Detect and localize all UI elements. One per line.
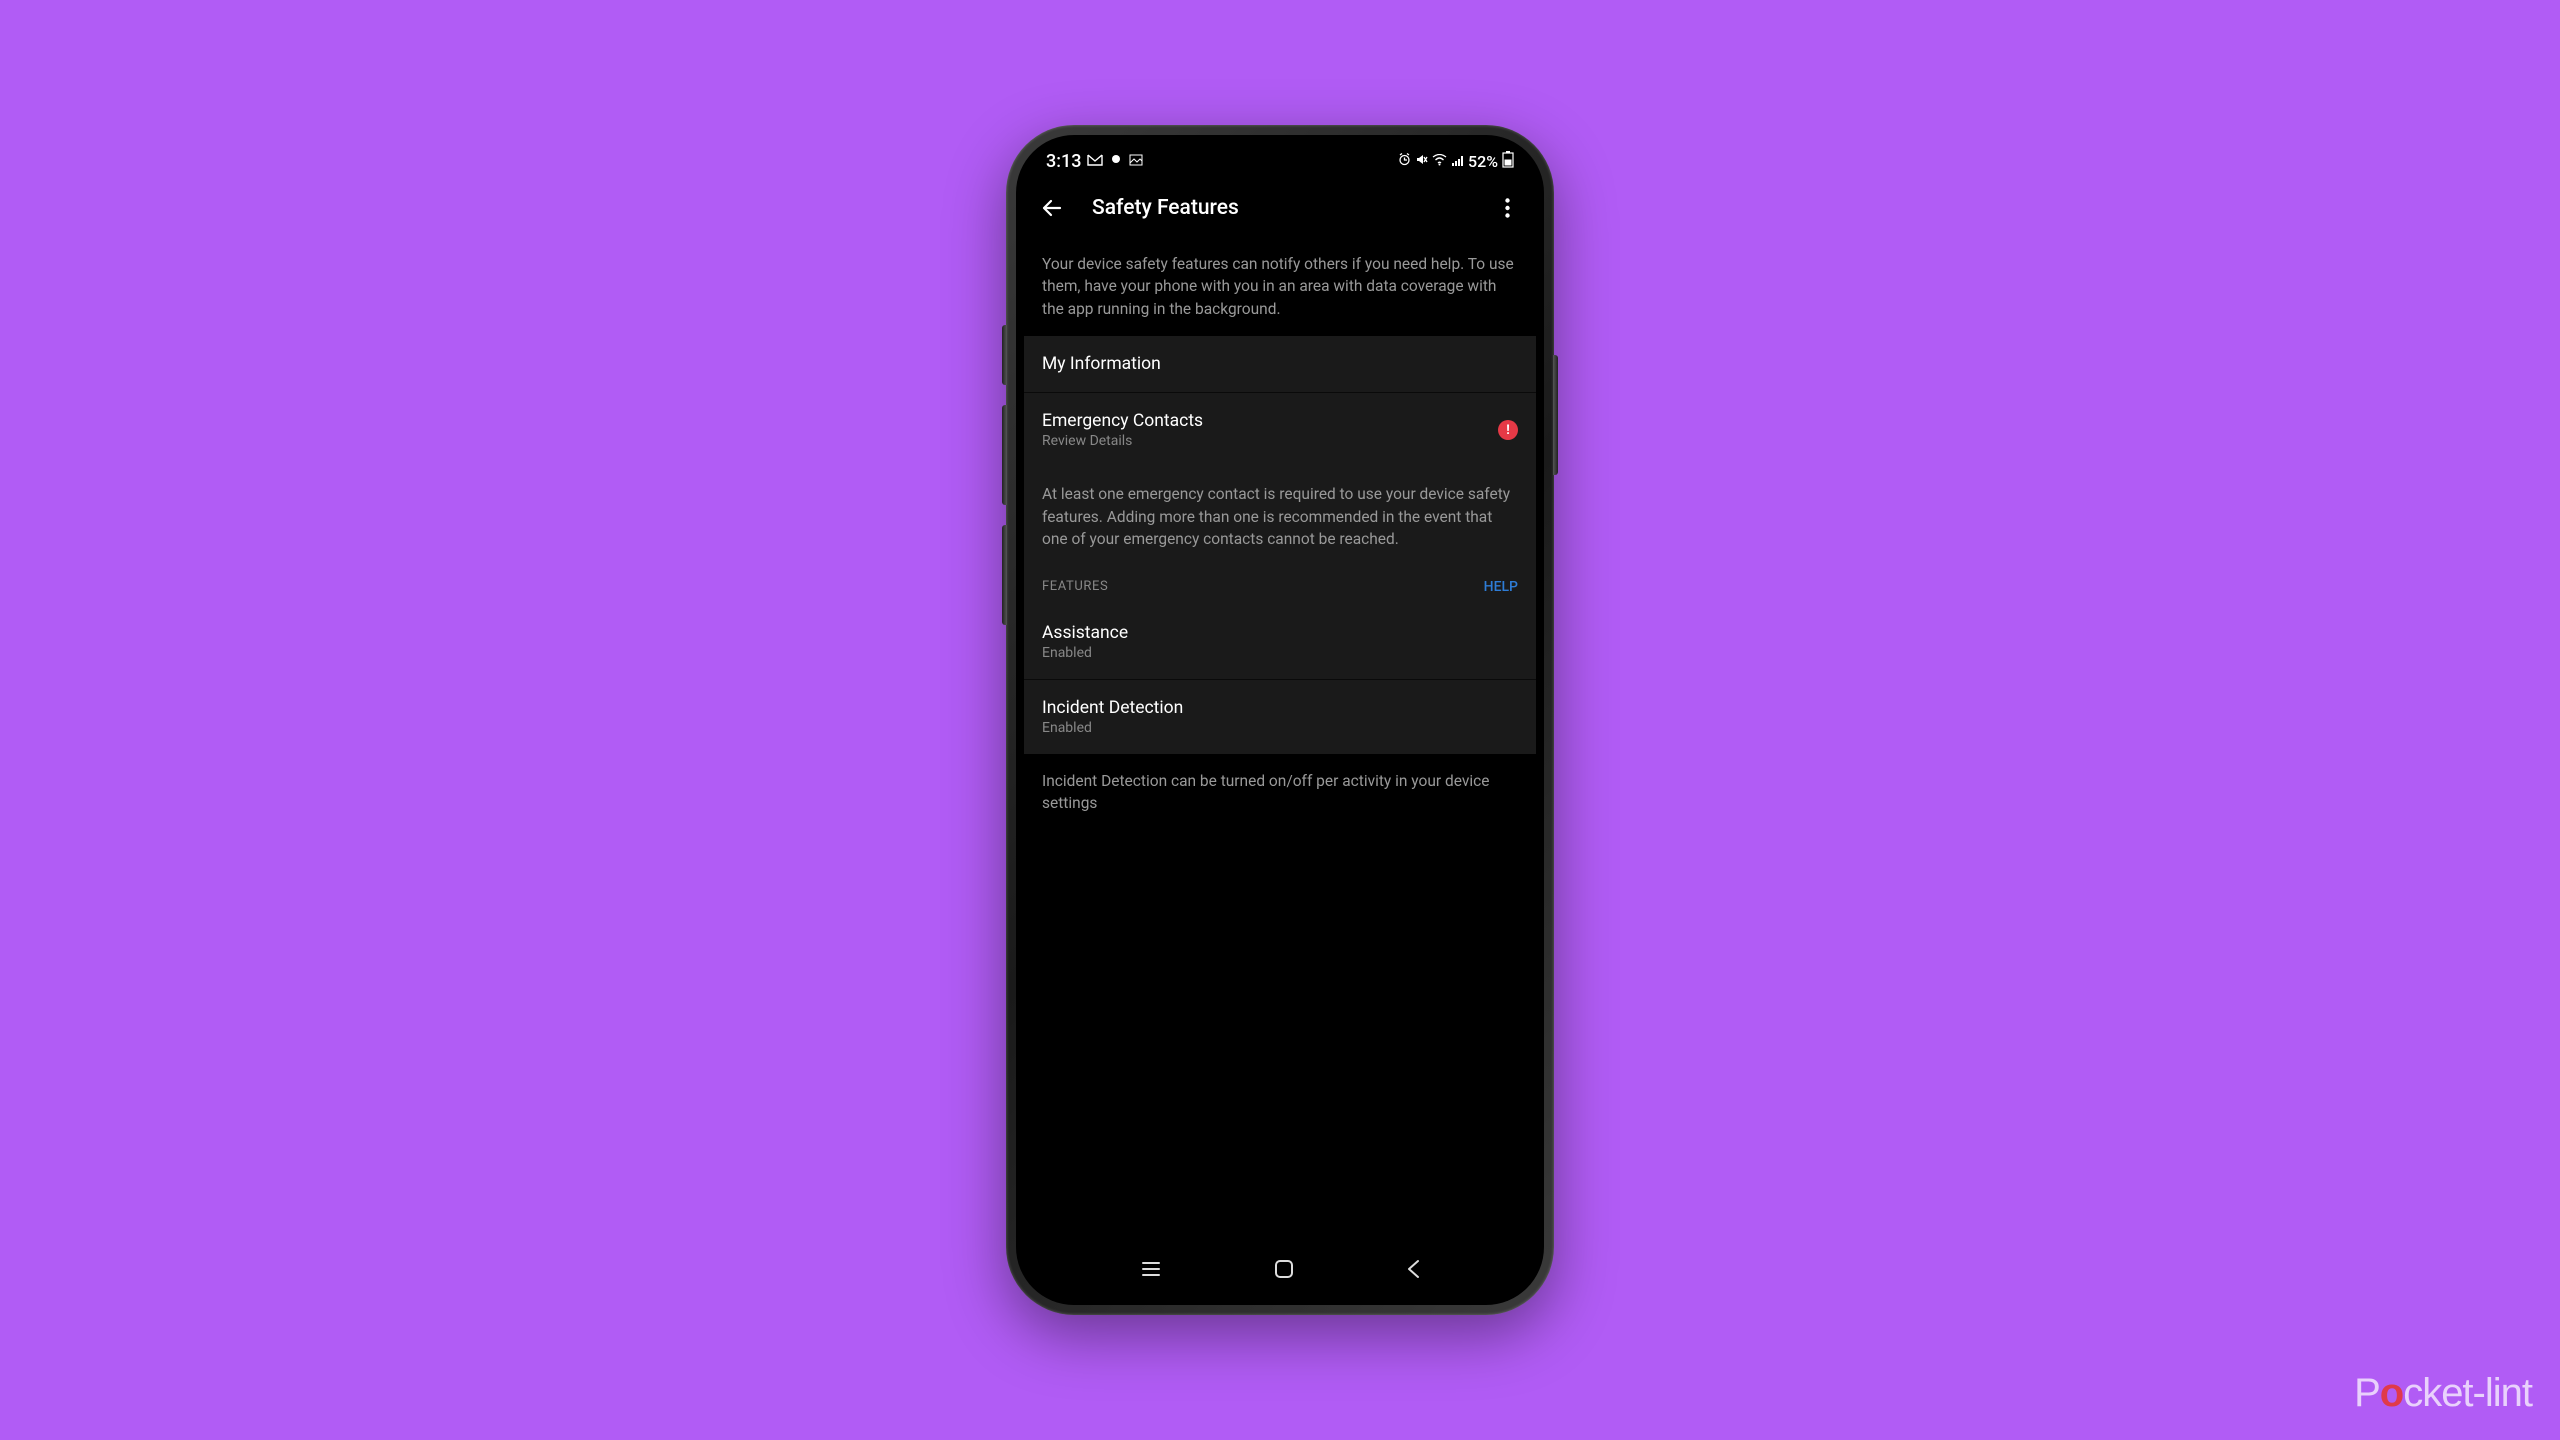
emergency-contacts-title: Emergency Contacts (1042, 411, 1203, 431)
assistance-title: Assistance (1042, 623, 1128, 643)
status-left: 3:13 (1046, 151, 1143, 172)
incident-note: Incident Detection can be turned on/off … (1024, 754, 1536, 831)
incident-detection-item[interactable]: Incident Detection Enabled (1024, 680, 1536, 754)
mute-icon (1415, 152, 1428, 170)
incident-detection-status: Enabled (1042, 720, 1183, 736)
battery-icon (1502, 151, 1514, 172)
status-right: 52% (1398, 151, 1514, 172)
phone-volume-down-button (1002, 525, 1007, 625)
watermark-accent: o (2380, 1371, 2403, 1415)
watermark: Pocket-lint (2354, 1371, 2532, 1416)
back-nav-button[interactable] (1405, 1258, 1421, 1280)
more-options-button[interactable] (1495, 198, 1520, 218)
gmail-icon (1087, 152, 1103, 170)
features-header: FEATURES HELP (1024, 567, 1536, 605)
intro-text: Your device safety features can notify o… (1024, 237, 1536, 336)
watermark-suffix: cket-lint (2403, 1371, 2532, 1415)
status-time: 3:13 (1046, 151, 1081, 172)
phone-power-button (1553, 355, 1558, 475)
emergency-contacts-subtitle: Review Details (1042, 433, 1203, 449)
navigation-bar (1024, 1241, 1536, 1297)
alarm-icon (1398, 152, 1411, 170)
emergency-contacts-item[interactable]: Emergency Contacts Review Details ! (1024, 393, 1536, 467)
alert-badge-text: ! (1506, 423, 1510, 438)
assistance-item[interactable]: Assistance Enabled (1024, 605, 1536, 679)
signal-icon (1451, 152, 1464, 170)
alert-icon: ! (1498, 420, 1518, 440)
my-information-item[interactable]: My Information (1024, 336, 1536, 392)
status-bar: 3:13 (1024, 143, 1536, 179)
back-button[interactable] (1040, 196, 1064, 220)
features-label: FEATURES (1042, 579, 1108, 594)
help-link[interactable]: HELP (1484, 579, 1518, 595)
phone-screen: 3:13 (1024, 143, 1536, 1297)
assistance-status: Enabled (1042, 645, 1128, 661)
battery-text: 52% (1468, 152, 1498, 171)
my-information-title: My Information (1042, 354, 1161, 374)
home-button[interactable] (1273, 1258, 1295, 1280)
weather-icon (1109, 152, 1123, 170)
app-bar: Safety Features (1024, 179, 1536, 237)
watermark-prefix: P (2354, 1371, 2380, 1415)
image-icon (1129, 152, 1143, 170)
recents-button[interactable] (1139, 1257, 1163, 1281)
phone-side-button (1002, 325, 1007, 385)
phone-frame: 3:13 (1006, 125, 1554, 1315)
page-title: Safety Features (1092, 196, 1467, 220)
emergency-note: At least one emergency contact is requir… (1024, 467, 1536, 566)
incident-detection-title: Incident Detection (1042, 698, 1183, 718)
wifi-icon (1432, 152, 1447, 170)
phone-bezel: 3:13 (1016, 135, 1544, 1305)
content-area: Your device safety features can notify o… (1024, 237, 1536, 1241)
phone-volume-up-button (1002, 405, 1007, 505)
